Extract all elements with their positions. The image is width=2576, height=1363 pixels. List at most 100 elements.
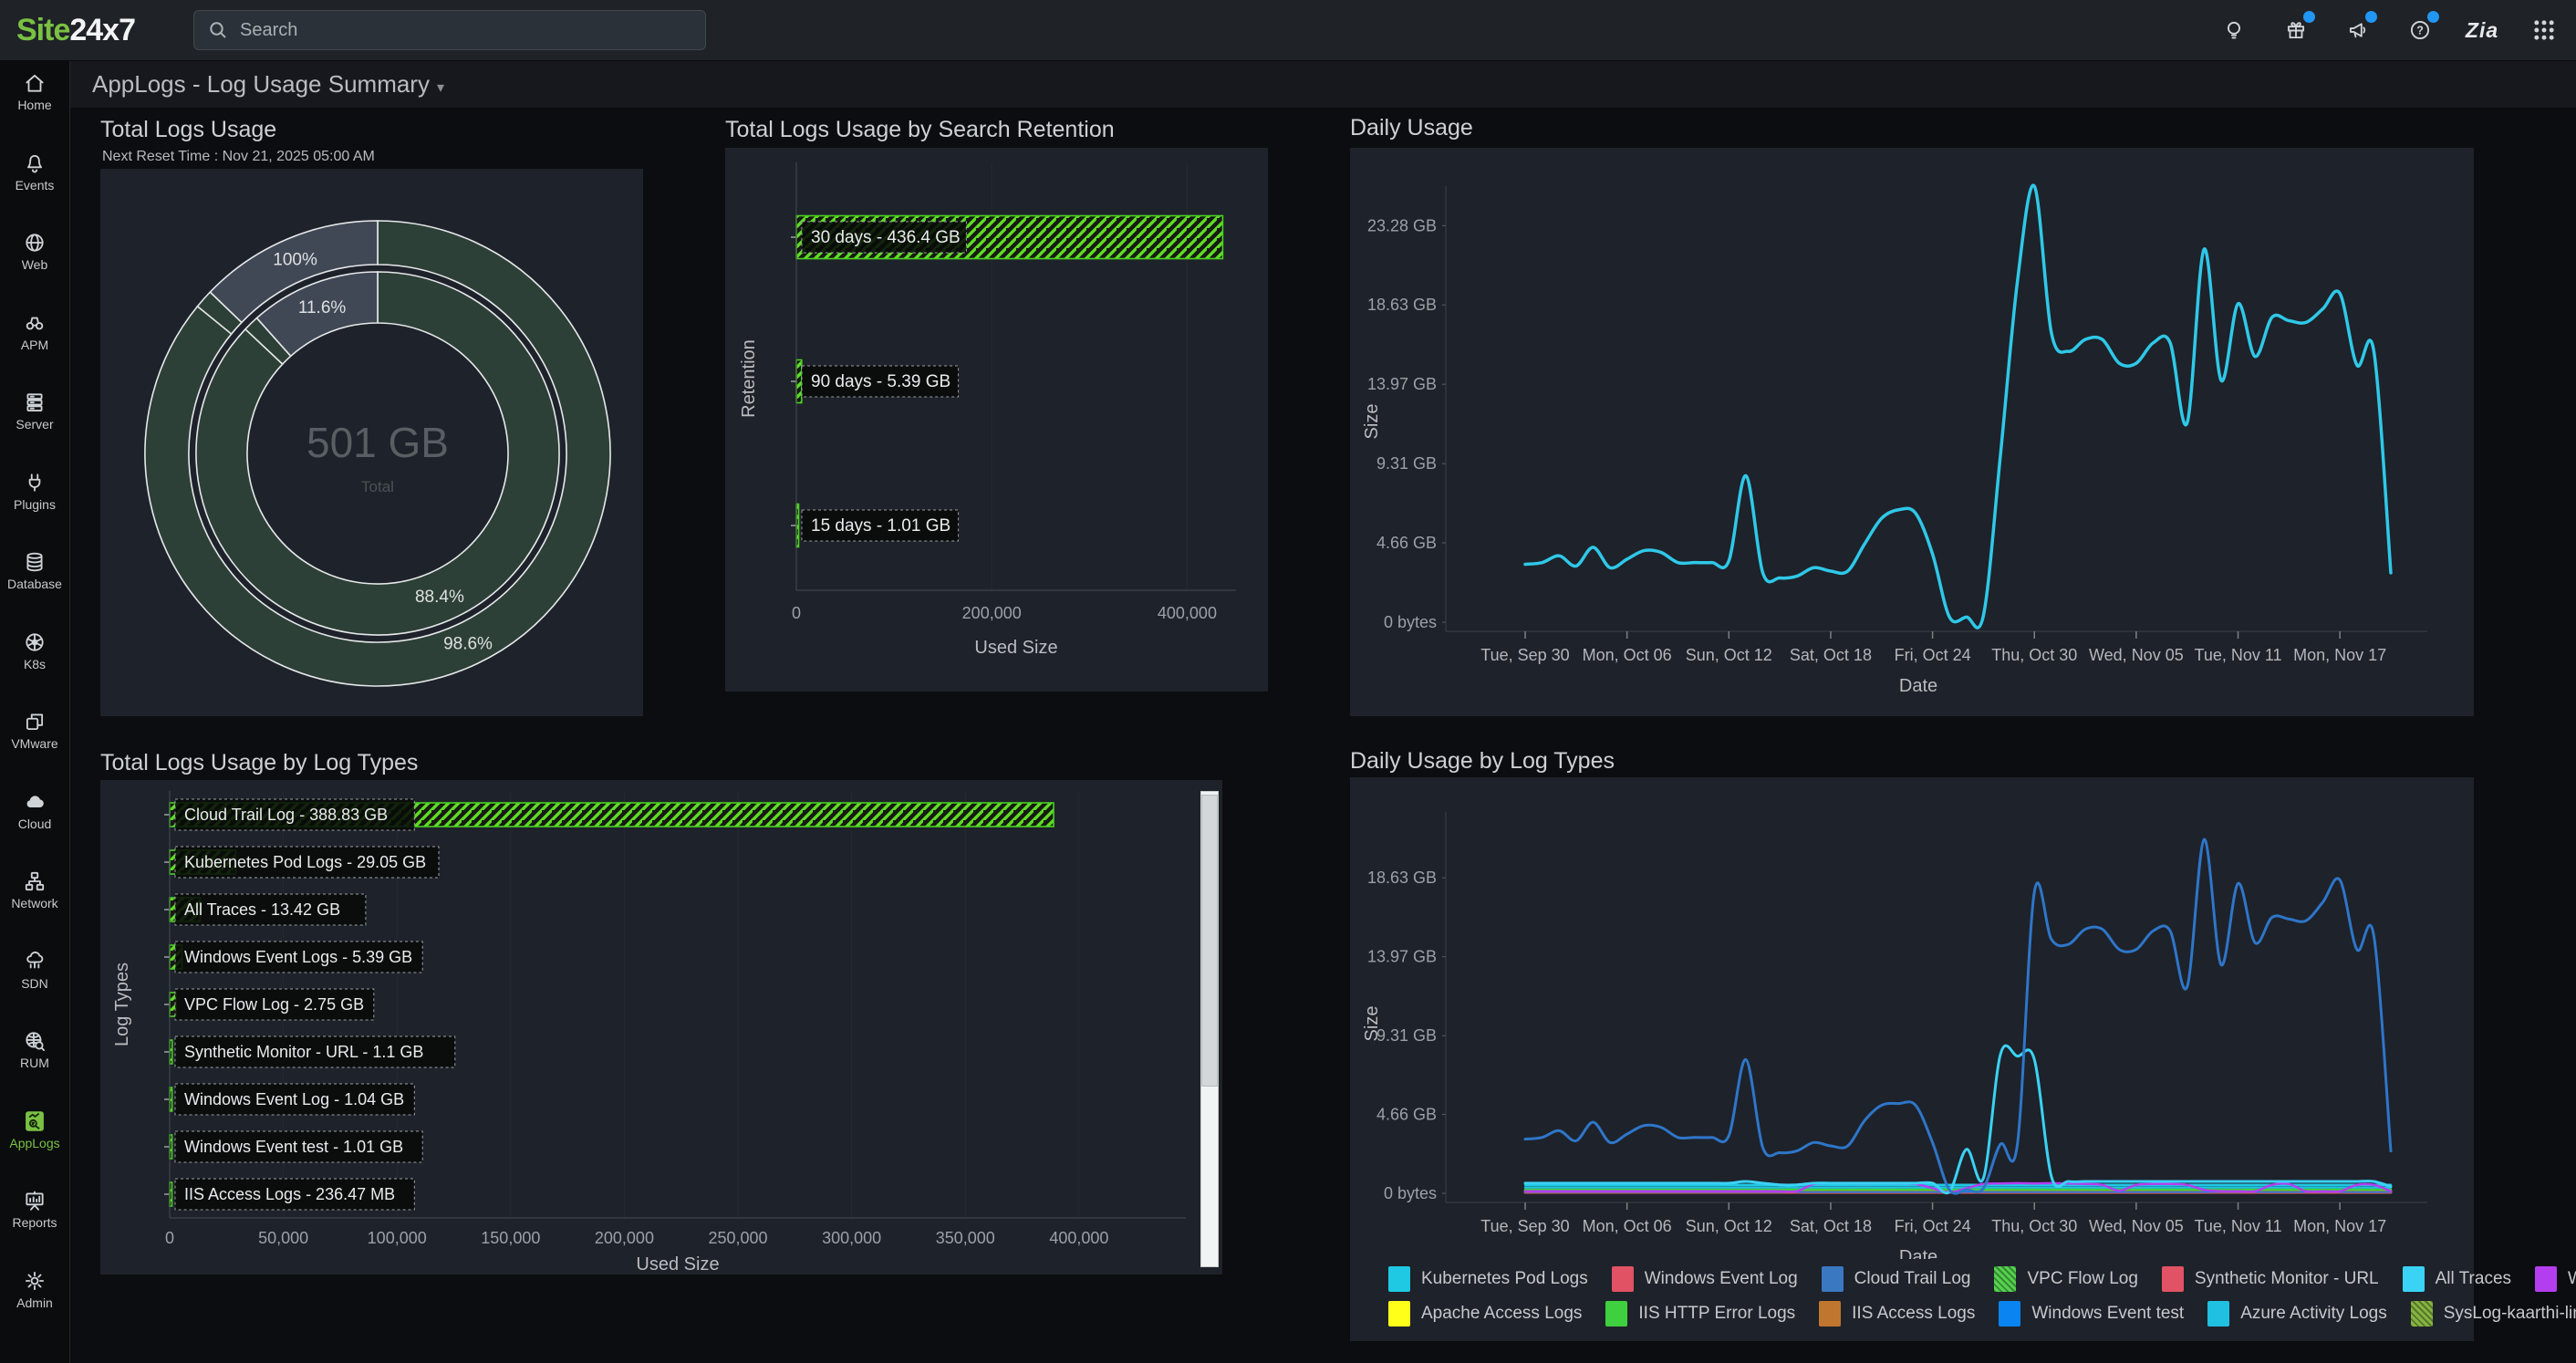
notification-dot (2303, 11, 2315, 23)
sidebar-item-home[interactable]: Home (0, 71, 69, 112)
chevron-down-icon: ▾ (437, 80, 444, 96)
daily-by-logtypes-line-chart[interactable]: 0 bytes4.66 GB9.31 GB13.97 GB18.63 GBTue… (1350, 777, 2474, 1259)
x-tick-label: 100,000 (368, 1229, 427, 1247)
legend-item-iis-http-error-logs[interactable]: IIS HTTP Error Logs (1605, 1301, 1795, 1327)
bar-label: Kubernetes Pod Logs - 29.05 GB (184, 853, 426, 871)
search-input[interactable] (238, 19, 661, 42)
sdn-icon (0, 950, 69, 973)
sidebar-item-database[interactable]: Database (0, 550, 69, 591)
bar-90-days[interactable] (796, 360, 802, 403)
database-icon (0, 550, 69, 574)
megaphone-icon[interactable] (2342, 15, 2373, 46)
sidebar-item-k8s[interactable]: K8s (0, 630, 69, 671)
bulb-icon[interactable] (2218, 15, 2249, 46)
donut-segment-label: 11.6% (298, 298, 347, 317)
sidebar-item-network[interactable]: Network (0, 869, 69, 910)
x-tick-label: Sat, Oct 18 (1790, 646, 1872, 664)
y-tick-label: 4.66 GB (1376, 1106, 1437, 1124)
legend-swatch (1999, 1301, 2020, 1327)
y-tick-label: 9.31 GB (1376, 1026, 1437, 1045)
daily-by-logtypes-card: 0 bytes4.66 GB9.31 GB13.97 GB18.63 GBTue… (1350, 777, 2474, 1341)
x-tick-label: 200,000 (595, 1229, 654, 1247)
retention-bar-chart[interactable]: 0200,000400,00030 days - 436.4 GB90 days… (725, 148, 1268, 692)
apps-grid-icon[interactable] (2529, 15, 2560, 46)
global-search[interactable] (193, 10, 706, 50)
series-daily-usage[interactable] (1525, 185, 2391, 628)
sidebar-item-sdn[interactable]: SDN (0, 950, 69, 991)
donut-center-value: 501 GB (306, 419, 449, 466)
y-tick-label: 9.31 GB (1376, 454, 1437, 473)
sidebar-item-label: Admin (0, 1295, 69, 1310)
legend-item-all-traces[interactable]: All Traces (2403, 1266, 2511, 1292)
legend-item-azure-activity-logs[interactable]: Azure Activity Logs (2207, 1301, 2387, 1327)
x-tick-label: Tue, Nov 11 (2195, 646, 2282, 664)
sidebar-item-label: Database (0, 577, 69, 591)
gift-icon[interactable] (2280, 15, 2311, 46)
legend-item-vpc-flow-log[interactable]: VPC Flow Log (1994, 1266, 2137, 1292)
legend-label: Apache Access Logs (1421, 1304, 1582, 1324)
x-axis-title: Date (1899, 1247, 1937, 1259)
legend-item-windows-event-log[interactable]: Windows Event Log (1612, 1266, 1798, 1292)
chart-scrollbar-thumb[interactable] (1201, 795, 1218, 1087)
page-title: AppLogs - Log Usage Summary (92, 70, 430, 98)
sidebar-item-cloud[interactable]: Cloud (0, 790, 69, 831)
bar-label: VPC Flow Log - 2.75 GB (184, 995, 364, 1014)
sidebar-item-vmware[interactable]: VMware (0, 710, 69, 751)
legend-item-kubernetes-pod-logs[interactable]: Kubernetes Pod Logs (1388, 1266, 1588, 1292)
sidebar-item-apm[interactable]: APM (0, 311, 69, 352)
legend-item-windows-event-test[interactable]: Windows Event test (1999, 1301, 2184, 1327)
legend-item-windows-event-logs[interactable]: Windows Event Logs (2535, 1266, 2576, 1292)
reports-icon (0, 1189, 69, 1212)
legend-swatch (2162, 1266, 2184, 1292)
sidebar-item-rum[interactable]: RUM (0, 1029, 69, 1070)
logo-prefix: Site (16, 13, 69, 47)
legend-item-synthetic-monitor-url[interactable]: Synthetic Monitor - URL (2162, 1266, 2379, 1292)
legend-item-syslog-kaarthi-linux-vm[interactable]: SysLog-kaarthi-linux-vm (2411, 1301, 2576, 1327)
sidebar-item-label: RUM (0, 1056, 69, 1070)
x-axis-title: Date (1899, 676, 1937, 696)
donut-segment-label: 88.4% (415, 588, 464, 607)
sidebar-item-plugins[interactable]: Plugins (0, 471, 69, 512)
server-icon (0, 390, 69, 414)
logo-suffix: 24x7 (69, 13, 135, 47)
legend-label: IIS HTTP Error Logs (1638, 1304, 1795, 1324)
chart-legend-row-1: Kubernetes Pod Logs Windows Event Log Clou… (1388, 1266, 2576, 1292)
sidebar-item-label: SDN (0, 976, 69, 991)
total-logs-usage-title: Total Logs Usage (100, 117, 276, 143)
zia-label: Zia (2466, 18, 2498, 43)
sidebar-item-admin[interactable]: Admin (0, 1269, 69, 1310)
sidebar-item-label: Cloud (0, 817, 69, 831)
site24x7-logo[interactable]: Site24x7 (16, 13, 135, 48)
logtypes-bar-chart[interactable]: 050,000100,000150,000200,000250,000300,0… (100, 780, 1222, 1275)
legend-swatch (2535, 1266, 2557, 1292)
sidebar-item-web[interactable]: Web (0, 231, 69, 272)
sidebar-item-label: Reports (0, 1215, 69, 1230)
legend-item-cloud-trail-log[interactable]: Cloud Trail Log (1822, 1266, 1971, 1292)
x-tick-label: Sun, Oct 12 (1686, 1217, 1772, 1235)
legend-swatch (2411, 1301, 2433, 1327)
daily-usage-line-chart[interactable]: 0 bytes4.66 GB9.31 GB13.97 GB18.63 GB23.… (1350, 148, 2474, 716)
legend-swatch (1605, 1301, 1627, 1327)
sidebar-item-server[interactable]: Server (0, 390, 69, 432)
legend-item-apache-access-logs[interactable]: Apache Access Logs (1388, 1301, 1582, 1327)
help-icon[interactable]: ? (2405, 15, 2436, 46)
total-usage-donut-chart[interactable]: 98.6%100%88.4%11.6%501 GBTotal (100, 169, 643, 716)
page-title-dropdown[interactable]: AppLogs - Log Usage Summary ▾ (92, 70, 444, 99)
legend-item-iis-access-logs[interactable]: IIS Access Logs (1819, 1301, 1975, 1327)
legend-label: Synthetic Monitor - URL (2195, 1269, 2379, 1289)
sidebar-item-applogs[interactable]: AppLogs (0, 1109, 69, 1150)
binoculars-icon (0, 311, 69, 335)
vmware-icon (0, 710, 69, 734)
sidebar-item-events[interactable]: Events (0, 151, 69, 192)
zia-icon[interactable]: Zia (2467, 15, 2498, 46)
sidebar-item-reports[interactable]: Reports (0, 1189, 69, 1230)
series-all-traces[interactable] (1525, 1046, 2391, 1193)
series-cloud-trail-log[interactable] (1525, 839, 2391, 1193)
x-tick-label: Sat, Oct 18 (1790, 1217, 1872, 1235)
topbar-icons: ? Zia (2218, 0, 2560, 60)
y-tick-label: 23.28 GB (1367, 216, 1437, 234)
sidebar-item-label: VMware (0, 736, 69, 751)
sidebar-item-label: Events (0, 178, 69, 192)
sidebar-item-label: Network (0, 896, 69, 910)
search-icon (207, 19, 229, 41)
